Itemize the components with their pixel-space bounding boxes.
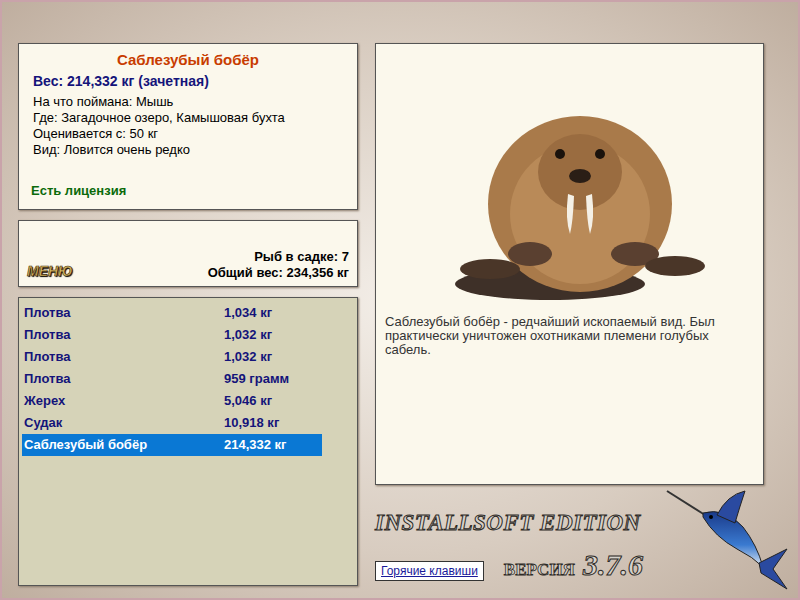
fish-name: Плотва — [22, 303, 224, 323]
fish-weight: 1,034 кг — [224, 303, 272, 323]
license-status: Есть лицензия — [19, 183, 357, 199]
catch-detail: Где: Загадочное озеро, Камышовая бухта — [33, 110, 343, 126]
fish-weight: 5,046 кг — [224, 391, 272, 411]
game-screen: Саблезубый бобёрВес: 214,332 кг (зачетна… — [0, 0, 800, 600]
menu-button[interactable]: МЕНЮ — [27, 262, 73, 280]
fish-row[interactable]: Саблезубый бобёр214,332 кг — [22, 434, 322, 456]
fish-list: Плотва1,034 кгПлотва1,032 кгПлотва1,032 … — [18, 297, 358, 586]
catch-title: Саблезубый бобёр — [19, 50, 357, 70]
fish-row[interactable]: Плотва959 грамм — [22, 368, 322, 390]
fish-name: Судак — [22, 413, 224, 433]
catch-panel: Саблезубый бобёрВес: 214,332 кг (зачетна… — [18, 43, 358, 210]
fish-weight: 959 грамм — [224, 369, 289, 389]
fish-name: Плотва — [22, 325, 224, 345]
beaver-image — [376, 44, 763, 309]
catch-details: На что поймана: МышьГде: Загадочное озер… — [19, 94, 357, 158]
fish-row[interactable]: Судак10,918 кг — [22, 412, 322, 434]
total-weight: Общий вес: 234,356 кг — [208, 265, 349, 281]
version-number: 3.7.6 — [583, 549, 643, 581]
branding-bottom: Горячие клавиши ВЕРСИЯ 3.7.6 — [375, 549, 764, 581]
fish-row[interactable]: Плотва1,032 кг — [22, 346, 322, 368]
fish-name: Жерех — [22, 391, 224, 411]
version-label: ВЕРСИЯ — [504, 560, 575, 580]
left-column: Саблезубый бобёрВес: 214,332 кг (зачетна… — [18, 43, 358, 598]
fish-description: Саблезубый бобёр - редчайший ископаемый … — [376, 309, 763, 357]
fish-name: Плотва — [22, 369, 224, 389]
hotkeys-button[interactable]: Горячие клавиши — [375, 561, 484, 581]
keepnet-panel: МЕНЮ Рыб в садке: 7Общий вес: 234,356 кг — [18, 220, 358, 287]
fish-weight: 1,032 кг — [224, 325, 272, 345]
fish-name: Плотва — [22, 347, 224, 367]
catch-detail: Вид: Ловится очень редко — [33, 142, 343, 158]
fish-count: Рыб в садке: 7 — [254, 249, 349, 265]
catch-detail: Оценивается с: 50 кг — [33, 126, 343, 142]
fish-name: Саблезубый бобёр — [22, 435, 224, 455]
info-panel: Саблезубый бобёр - редчайший ископаемый … — [375, 43, 764, 485]
catch-detail: На что поймана: Мышь — [33, 94, 343, 110]
fish-row[interactable]: Плотва1,034 кг — [22, 302, 322, 324]
catch-weight: Вес: 214,332 кг (зачетная) — [19, 71, 357, 91]
fish-weight: 214,332 кг — [224, 435, 287, 455]
fish-row[interactable]: Плотва1,032 кг — [22, 324, 322, 346]
keepnet-summary: Рыб в садке: 7Общий вес: 234,356 кг — [208, 249, 349, 281]
fish-weight: 1,032 кг — [224, 347, 272, 367]
marlin-icon — [665, 487, 790, 592]
fish-row[interactable]: Жерех5,046 кг — [22, 390, 322, 412]
fish-weight: 10,918 кг — [224, 413, 279, 433]
